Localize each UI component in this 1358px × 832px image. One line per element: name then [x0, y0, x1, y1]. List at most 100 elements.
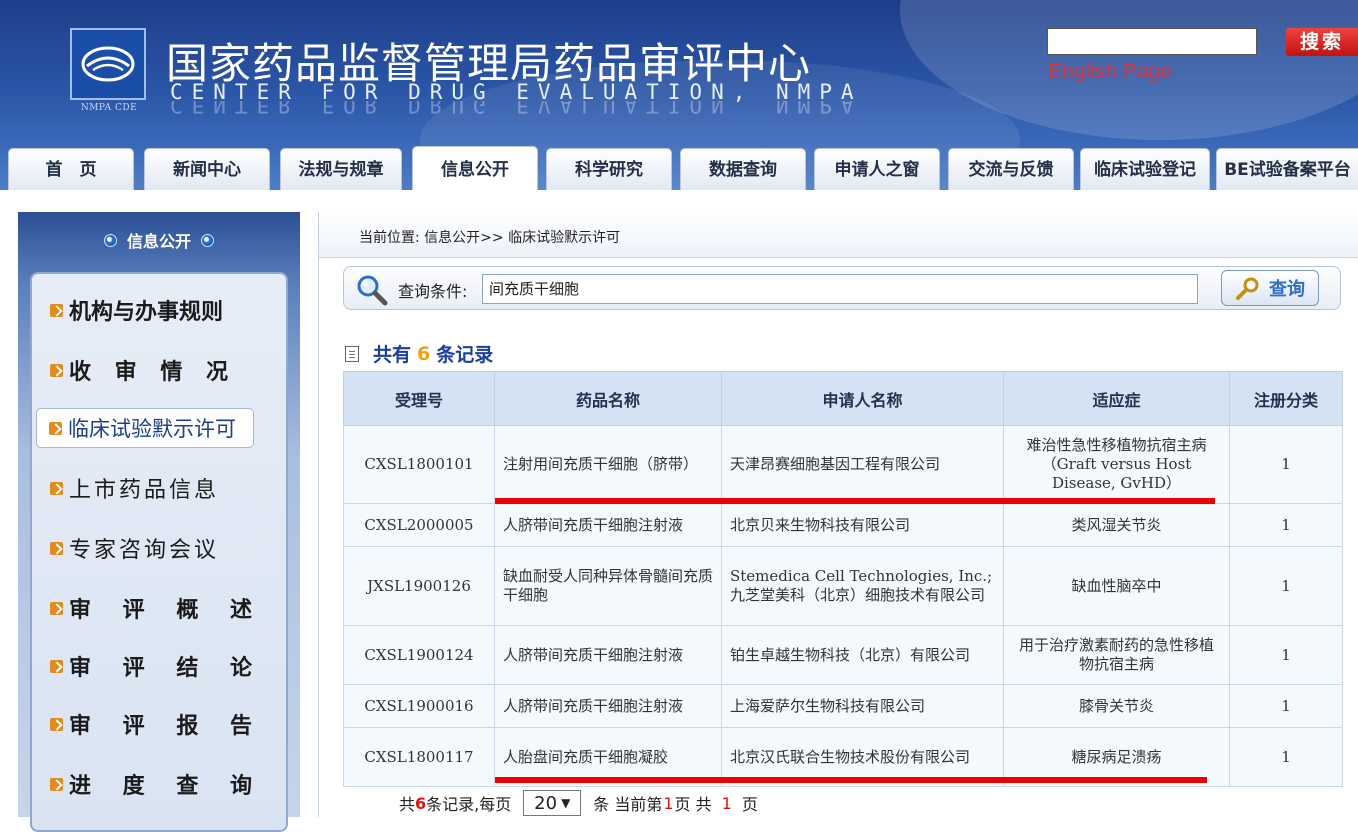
cell-indication: 难治性急性移植物抗宿主病（Graft versus Host Disease, …: [1003, 425, 1230, 504]
nav-tab-research[interactable]: 科学研究: [546, 148, 672, 190]
sidebar-item-label: 进 度 查 询: [69, 774, 264, 799]
sidebar-item-intake[interactable]: 收 审 情 况: [50, 354, 236, 386]
sidebar-item-progress-query[interactable]: 进 度 查 询: [50, 768, 264, 800]
column-header[interactable]: 注册分类: [1229, 371, 1343, 426]
query-button[interactable]: 查询: [1221, 270, 1319, 306]
table-row[interactable]: CXSL1900124 人脐带间充质干细胞注射液 铂生卓越生物科技（北京）有限公…: [343, 625, 1343, 685]
nav-tab-news[interactable]: 新闻中心: [144, 148, 270, 190]
pager-text: 页: [741, 795, 758, 814]
query-label: 查询条件:: [398, 282, 468, 301]
pager-text: 共: [399, 795, 416, 814]
pager-total-pages: 1: [721, 793, 732, 813]
pager-current-page: 1: [663, 793, 674, 813]
sidebar-item-rules[interactable]: 机构与办事规则: [50, 294, 223, 326]
cell-category: 1: [1229, 546, 1343, 626]
query-button-label: 查询: [1269, 279, 1305, 300]
sidebar-item-review-conclusion[interactable]: 审 评 结 论: [50, 650, 264, 682]
pager-text: 条记录,每页: [426, 795, 512, 814]
arrow-bullet-icon: [50, 659, 63, 673]
cell-acceptance-no[interactable]: CXSL1900124: [343, 625, 495, 685]
english-page-link[interactable]: English Page: [1048, 60, 1172, 84]
nav-tab-clinical-registration[interactable]: 临床试验登记: [1080, 148, 1210, 190]
bullet-orb-icon: [201, 233, 214, 247]
nav-tab-feedback[interactable]: 交流与反馈: [948, 148, 1074, 190]
cell-applicant: 上海爱萨尔生物科技有限公司: [721, 684, 1004, 728]
cell-acceptance-no[interactable]: JXSL1900126: [343, 546, 495, 626]
cell-drug-name[interactable]: 人脐带间充质干细胞注射液: [494, 684, 722, 728]
column-header[interactable]: 申请人名称: [721, 371, 1004, 426]
record-count-suffix: 条记录: [436, 344, 494, 366]
sidebar-title: 信息公开: [126, 232, 191, 251]
record-count-prefix: 共有: [373, 344, 412, 366]
sidebar-item-label: 专家咨询会议: [69, 538, 220, 563]
cell-acceptance-no[interactable]: CXSL1800117: [343, 727, 495, 787]
arrow-bullet-icon: [50, 777, 63, 791]
nav-tab-info-disclosure[interactable]: 信息公开: [412, 146, 538, 190]
cell-category: 1: [1229, 625, 1343, 685]
main-nav: 首 页 新闻中心 法规与规章 信息公开 科学研究 数据查询 申请人之窗 交流与反…: [0, 146, 1358, 190]
cell-drug-name[interactable]: 缺血耐受人同种异体骨髓间充质干细胞: [494, 546, 722, 626]
nav-tab-regulations[interactable]: 法规与规章: [280, 148, 402, 190]
sidebar-item-marketed-drugs[interactable]: 上市药品信息: [50, 472, 219, 504]
column-header[interactable]: 受理号: [343, 371, 495, 426]
cell-acceptance-no[interactable]: CXSL1800101: [343, 425, 495, 504]
site-logo[interactable]: NMPA CDE: [70, 28, 148, 120]
arrow-bullet-icon: [50, 363, 63, 377]
sidebar-item-label: 审 评 报 告: [69, 714, 264, 739]
highlight-underline: [495, 498, 1215, 504]
cell-category: 1: [1229, 727, 1343, 787]
logo-text: NMPA CDE: [80, 103, 138, 113]
site-search-input[interactable]: [1047, 28, 1257, 55]
column-header[interactable]: 药品名称: [494, 371, 722, 426]
site-subtitle-reflection: CENTER FOR DRUG EVALUATION, NMPA: [170, 101, 863, 117]
arrow-bullet-icon: [50, 601, 63, 615]
dropdown-arrow-icon: ▼: [561, 796, 571, 810]
sidebar: 信息公开 机构与办事规则 收 审 情 况 临床试验默示许可 上市药品信息 专家咨…: [18, 212, 300, 832]
sidebar-item-clinical-trial-approval[interactable]: 临床试验默示许可: [36, 408, 254, 448]
pager-text: 页 共: [674, 795, 712, 814]
cell-category: 1: [1229, 503, 1343, 547]
sidebar-item-label: 收 审 情 况: [69, 360, 236, 385]
arrow-bullet-icon: [50, 541, 63, 555]
pagination: 共 6 条记录,每页 20 ▼ 条 当前第 1 页 共 1 页: [399, 790, 758, 816]
nav-tab-data-query[interactable]: 数据查询: [680, 148, 806, 190]
cell-drug-name[interactable]: 注射用间充质干细胞（脐带）: [494, 425, 722, 504]
arrow-bullet-icon: [50, 717, 63, 731]
pager-total-records: 6: [415, 793, 427, 813]
cell-drug-name[interactable]: 人脐带间充质干细胞注射液: [494, 503, 722, 547]
site-search-button[interactable]: 搜索: [1286, 28, 1358, 56]
cell-category: 1: [1229, 425, 1343, 504]
logo-emblem-icon: [70, 28, 146, 100]
breadcrumb: 当前位置: 信息公开>> 临床试验默示许可: [359, 230, 621, 246]
main-content: 当前位置: 信息公开>> 临床试验默示许可 查询条件: 间充质干细胞 查询 共有…: [318, 212, 1358, 817]
cell-acceptance-no[interactable]: CXSL1900016: [343, 684, 495, 728]
query-input[interactable]: 间充质干细胞: [482, 274, 1198, 304]
record-count: 共有 6 条记录: [345, 340, 493, 367]
table-row[interactable]: CXSL1800101 注射用间充质干细胞（脐带） 天津昂赛细胞基因工程有限公司…: [343, 425, 1343, 504]
sidebar-menu: 机构与办事规则 收 审 情 况 临床试验默示许可 上市药品信息 专家咨询会议 审…: [30, 272, 288, 832]
cell-applicant: Stemedica Cell Technologies, Inc.;九芝堂美科（…: [721, 546, 1004, 626]
nav-tab-home[interactable]: 首 页: [8, 148, 134, 190]
list-icon: [345, 345, 359, 362]
sidebar-item-expert-meeting[interactable]: 专家咨询会议: [50, 532, 219, 564]
sidebar-item-label: 审 评 概 述: [69, 598, 264, 623]
nav-tab-be-platform[interactable]: BE试验备案平台: [1216, 148, 1358, 190]
table-header-row: 受理号 药品名称 申请人名称 适应症 注册分类: [343, 371, 1343, 426]
cell-acceptance-no[interactable]: CXSL2000005: [343, 503, 495, 547]
cell-drug-name[interactable]: 人脐带间充质干细胞注射液: [494, 625, 722, 685]
cell-category: 1: [1229, 684, 1343, 728]
bullet-orb-icon: [103, 233, 117, 247]
column-header[interactable]: 适应症: [1003, 371, 1230, 426]
sidebar-item-review-overview[interactable]: 审 评 概 述: [50, 592, 264, 624]
sidebar-header: 信息公开: [18, 212, 300, 268]
cell-applicant: 天津昂赛细胞基因工程有限公司: [721, 425, 1004, 504]
table-row[interactable]: CXSL1900016 人脐带间充质干细胞注射液 上海爱萨尔生物科技有限公司 膝…: [343, 684, 1343, 728]
arrow-bullet-icon: [50, 481, 63, 495]
table-row[interactable]: JXSL1900126 缺血耐受人同种异体骨髓间充质干细胞 Stemedica …: [343, 546, 1343, 626]
sidebar-item-review-report[interactable]: 审 评 报 告: [50, 708, 264, 740]
page-size-select[interactable]: 20 ▼: [523, 790, 582, 816]
cell-applicant: 铂生卓越生物科技（北京）有限公司: [721, 625, 1004, 685]
nav-tab-applicant[interactable]: 申请人之窗: [814, 148, 940, 190]
highlight-underline: [495, 777, 1207, 783]
table-row[interactable]: CXSL2000005 人脐带间充质干细胞注射液 北京贝来生物科技有限公司 类风…: [343, 503, 1343, 547]
